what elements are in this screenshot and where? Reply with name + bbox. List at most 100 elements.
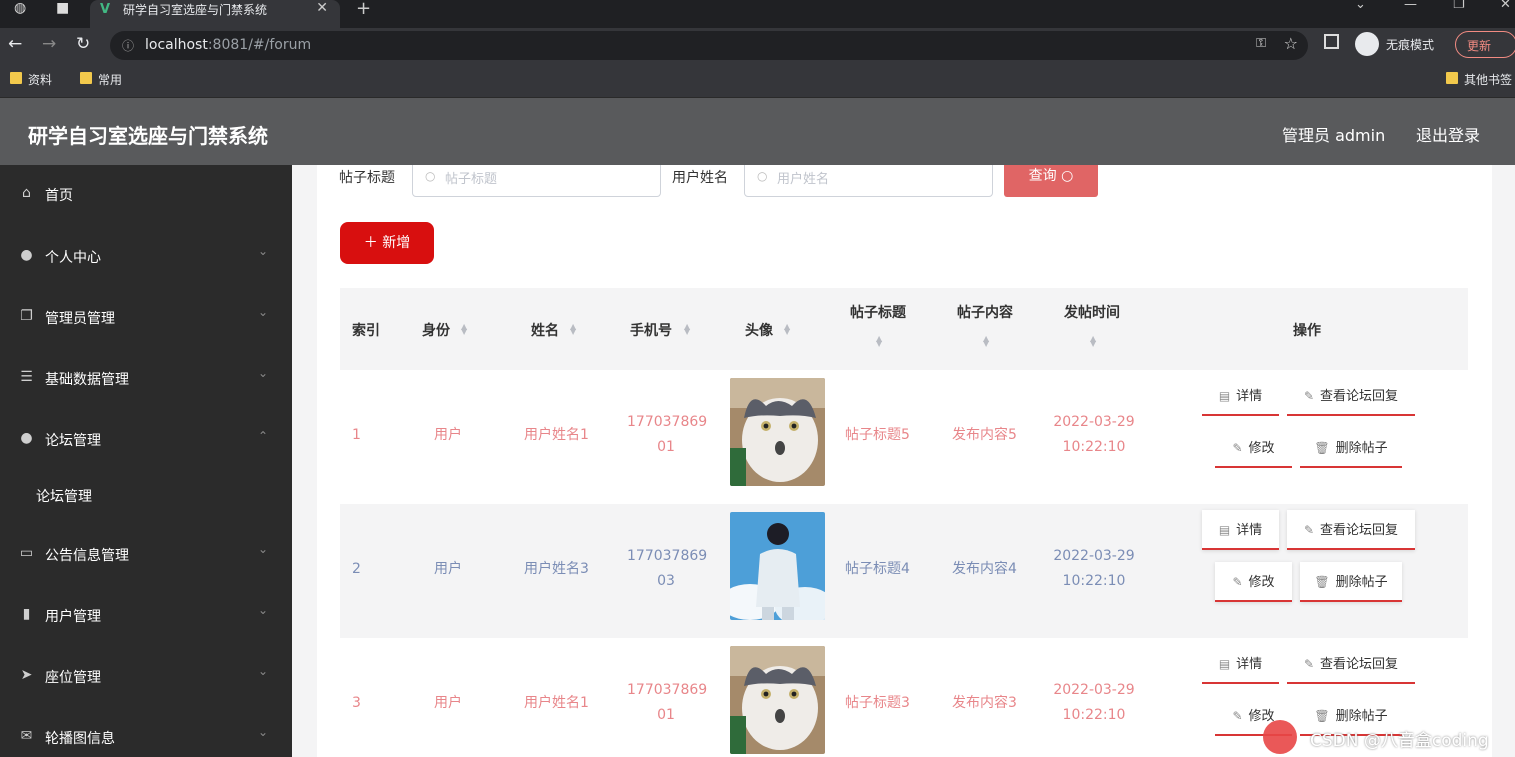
tab-list-icon[interactable]: ⌄ (1355, 0, 1366, 12)
reload-icon[interactable]: ↻ (76, 34, 90, 54)
app-header: 研学自习室选座与门禁系统 管理员 admin 退出登录 (0, 98, 1515, 165)
logout-link[interactable]: 退出登录 (1416, 122, 1480, 146)
cell-index: 3 (352, 695, 361, 711)
bookmark-folder[interactable]: 资料 (8, 71, 52, 88)
post-title-label: 帖子标题 (339, 170, 395, 186)
detail-button[interactable]: ▤ 详情 (1202, 644, 1279, 684)
sidebar-item-profile[interactable]: ● 个人中心 ⌄ (0, 237, 292, 277)
sidebar-item-admins[interactable]: ❐ 管理员管理 ⌄ (0, 298, 292, 338)
tab-search-icon[interactable]: ■ (56, 0, 69, 17)
tab-title: 研学自习室选座与门禁系统 (123, 3, 268, 17)
sidebar-item-label: 公告信息管理 (45, 548, 129, 564)
sidebar-item-carousel[interactable]: ✉ 轮播图信息 ⌄ (0, 718, 292, 757)
sidebar-item-label: 基础数据管理 (45, 372, 129, 388)
delete-button[interactable]: 🗑 删除帖子 (1300, 428, 1402, 468)
sort-icon[interactable]: ▲ ▼ (876, 335, 886, 348)
user-name-input[interactable]: ○ 用户姓名 (744, 165, 993, 197)
edit-button[interactable]: ✎ 修改 (1215, 562, 1292, 602)
sidebar-item-label: 论坛管理 (45, 433, 101, 449)
back-icon[interactable]: ← (8, 34, 22, 54)
update-button[interactable]: 更新 (1455, 31, 1515, 58)
document-icon: ▤ (1218, 657, 1231, 671)
watermark: CSDN @八音盒coding (1310, 731, 1489, 751)
new-tab-icon[interactable]: + (356, 0, 371, 19)
sidebar-item-seats[interactable]: ➤ 座位管理 ⌄ (0, 657, 292, 697)
delete-button[interactable]: 🗑 删除帖子 (1300, 562, 1402, 602)
cell-index: 1 (352, 427, 361, 443)
window-close-icon[interactable]: ✕ (1500, 0, 1511, 12)
detail-button[interactable]: ▤ 详情 (1202, 510, 1279, 550)
col-actions: 操作 (1293, 323, 1321, 339)
maximize-icon[interactable]: ❐ (1453, 0, 1465, 12)
view-replies-button[interactable]: ✎ 查看论坛回复 (1287, 510, 1415, 550)
chevron-up-icon: ⌃ (258, 429, 269, 443)
browser-tab[interactable]: V 研学自习室选座与门禁系统 ✕ (90, 0, 340, 28)
sort-icon[interactable]: ▲ ▼ (983, 335, 993, 348)
other-bookmarks[interactable]: 其他书签 (1444, 71, 1512, 88)
sidebar-item-forum[interactable]: ● 论坛管理 ⌃ (0, 420, 292, 460)
view-replies-button[interactable]: ✎ 查看论坛回复 (1287, 644, 1415, 684)
view-replies-button[interactable]: ✎ 查看论坛回复 (1287, 376, 1415, 416)
post-title-input[interactable]: ○ 帖子标题 (412, 165, 661, 197)
detail-button[interactable]: ▤ 详情 (1202, 376, 1279, 416)
document-icon: ▤ (1218, 523, 1231, 537)
cell-phone: 177037869 01 (627, 414, 708, 455)
side-panel-icon[interactable] (1324, 34, 1339, 49)
cell-role: 用户 (434, 561, 462, 577)
col-index: 索引 (352, 323, 380, 339)
col-avatar[interactable]: 头像 (745, 320, 773, 340)
password-key-icon[interactable]: ⚿ (1256, 36, 1266, 51)
table-row: 2 用户 用户姓名3 177037869 03 帖子标题4 发布内容4 2022… (340, 504, 1468, 638)
mail-icon: ✉ (20, 728, 33, 744)
cell-time: 2022-03-29 10:22:10 (1053, 682, 1135, 723)
chevron-down-icon: ⌄ (258, 542, 269, 556)
sidebar-item-users[interactable]: ▮ 用户管理 ⌄ (0, 596, 292, 636)
col-name[interactable]: 姓名 (531, 320, 559, 340)
edit-icon: ✎ (1303, 657, 1315, 671)
sort-icon[interactable]: ▲ ▼ (684, 323, 694, 336)
query-button[interactable]: 查询 ○ (1004, 165, 1098, 197)
edit-button[interactable]: ✎ 修改 (1215, 428, 1292, 468)
sidebar-item-label: 管理员管理 (45, 311, 115, 327)
cell-phone: 177037869 03 (627, 548, 708, 589)
sidebar-item-label: 座位管理 (45, 670, 101, 686)
col-phone[interactable]: 手机号 (630, 320, 672, 340)
bookmark-folder[interactable]: 常用 (78, 71, 122, 88)
sidebar-subitem-forum[interactable]: 论坛管理 (0, 476, 292, 516)
chevron-down-icon: ⌄ (258, 725, 269, 739)
col-post-title[interactable]: 帖子标题 (850, 302, 906, 322)
document-icon: ▤ (1218, 389, 1231, 403)
cell-index: 2 (352, 561, 361, 577)
cell-time: 2022-03-29 10:22:10 (1053, 414, 1135, 455)
sidebar-item-basic-data[interactable]: ☰ 基础数据管理 ⌄ (0, 359, 292, 399)
sort-icon[interactable]: ▲ ▼ (784, 323, 794, 336)
sort-icon[interactable]: ▲ ▼ (461, 323, 471, 336)
col-content[interactable]: 帖子内容 (957, 302, 1013, 322)
sort-icon[interactable]: ▲ ▼ (1090, 335, 1100, 348)
content-panel: 帖子标题 ○ 帖子标题 用户姓名 ○ 用户姓名 查询 ○ ＋ 新增 索引 身份 … (317, 165, 1492, 757)
forward-icon[interactable]: → (42, 34, 56, 54)
sidebar-item-notices[interactable]: ▭ 公告信息管理 ⌄ (0, 535, 292, 575)
sidebar-item-home[interactable]: ⌂ 首页 (0, 175, 292, 215)
incognito-icon (1355, 32, 1379, 56)
sidebar-item-label: 轮播图信息 (45, 731, 115, 747)
browser-menu-icon[interactable]: ◍ (14, 0, 26, 17)
cell-post-title: 帖子标题5 (845, 427, 910, 443)
browser-toolbar: ← → ↻ ⓘ localhost:8081/#/forum ⚿ ☆ 无痕模式 … (0, 28, 1515, 62)
address-bar[interactable]: ⓘ localhost:8081/#/forum ⚿ ☆ (110, 31, 1308, 60)
home-icon: ⌂ (22, 185, 31, 201)
col-role[interactable]: 身份 (422, 320, 450, 340)
input-placeholder: 用户姓名 (777, 172, 830, 187)
col-time[interactable]: 发帖时间 (1064, 302, 1120, 322)
incognito-label: 无痕模式 (1386, 38, 1435, 52)
site-info-icon[interactable]: ⓘ (122, 37, 134, 54)
sort-icon[interactable]: ▲ ▼ (570, 323, 580, 336)
minimize-icon[interactable]: — (1404, 0, 1417, 12)
search-icon: ○ (757, 169, 768, 183)
bookmark-star-icon[interactable]: ☆ (1284, 34, 1298, 53)
cell-post-title: 帖子标题3 (845, 695, 910, 711)
sidebar-subitem-label: 论坛管理 (36, 489, 92, 505)
person-icon: ● (20, 247, 33, 263)
tab-close-icon[interactable]: ✕ (316, 0, 328, 16)
add-button[interactable]: ＋ 新增 (340, 222, 434, 264)
